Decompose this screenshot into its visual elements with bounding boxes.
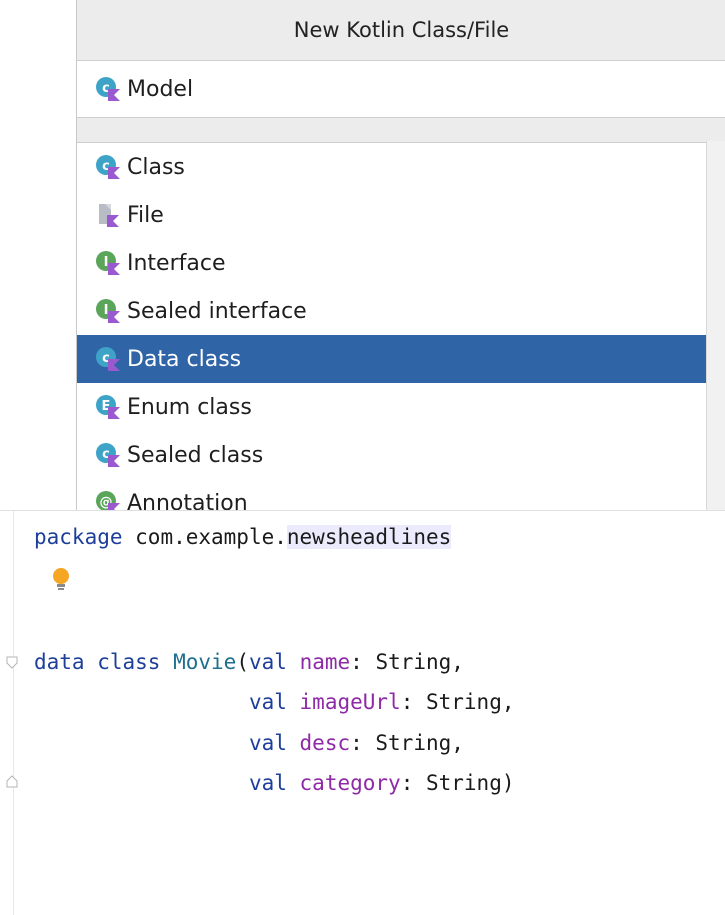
list-item-sealed-class[interactable]: c Sealed class bbox=[77, 431, 725, 479]
name-input[interactable]: c Model bbox=[77, 61, 725, 118]
kotlin-interface-icon: I bbox=[96, 251, 120, 275]
list-item-class[interactable]: c Class bbox=[77, 143, 725, 191]
keyword-data: data bbox=[34, 650, 85, 674]
list-item-label: Interface bbox=[127, 250, 226, 276]
list-item-data-class[interactable]: c Data class bbox=[77, 335, 725, 383]
code-line-4: val desc: String, bbox=[34, 731, 464, 755]
list-scrollbar[interactable] bbox=[706, 141, 725, 512]
kotlin-interface-icon: I bbox=[96, 299, 120, 323]
kind-list: c Class File I Interface I Sealed interf… bbox=[77, 143, 725, 527]
list-item-label: Sealed interface bbox=[127, 298, 307, 324]
list-item-sealed-interface[interactable]: I Sealed interface bbox=[77, 287, 725, 335]
list-item-label: Sealed class bbox=[127, 442, 264, 468]
param-name: category bbox=[299, 771, 401, 795]
lightbulb-icon[interactable] bbox=[50, 566, 72, 594]
class-name: Movie bbox=[173, 650, 237, 674]
list-item-file[interactable]: File bbox=[77, 191, 725, 239]
keyword-val: val bbox=[248, 731, 287, 755]
package-name-highlight: newsheadlines bbox=[286, 525, 452, 549]
new-kotlin-class-dialog: New Kotlin Class/File c Model c Class Fi… bbox=[76, 0, 725, 516]
kotlin-class-icon: c bbox=[96, 155, 120, 179]
fold-end-icon[interactable] bbox=[6, 775, 18, 789]
param-type: : String) bbox=[400, 771, 515, 795]
name-input-value: Model bbox=[127, 76, 194, 102]
kotlin-class-icon: c bbox=[96, 347, 120, 371]
gutter-divider bbox=[13, 511, 14, 915]
code-line-3: val imageUrl: String, bbox=[34, 690, 515, 714]
kotlin-class-icon: c bbox=[96, 443, 120, 467]
list-item-enum-class[interactable]: E Enum class bbox=[77, 383, 725, 431]
code-line-5: val category: String) bbox=[34, 771, 515, 795]
code-line-2: data class Movie(val name: String, bbox=[34, 650, 464, 674]
keyword-val: val bbox=[248, 650, 287, 674]
list-item-label: Data class bbox=[127, 346, 242, 372]
param-type: : String, bbox=[400, 690, 515, 714]
param-type: : String, bbox=[350, 731, 464, 755]
keyword-val: val bbox=[248, 690, 287, 714]
separator bbox=[77, 118, 725, 143]
kotlin-class-icon: c bbox=[96, 77, 120, 101]
keyword-val: val bbox=[248, 771, 287, 795]
keyword-package: package bbox=[34, 525, 123, 549]
list-item-interface[interactable]: I Interface bbox=[77, 239, 725, 287]
code-line-1: package com.example.newsheadlines bbox=[34, 525, 452, 549]
dialog-title: New Kotlin Class/File bbox=[77, 0, 725, 61]
param-name: desc bbox=[299, 731, 351, 755]
kotlin-file-icon bbox=[99, 204, 119, 227]
list-item-label: Enum class bbox=[127, 394, 252, 420]
kotlin-enum-icon: E bbox=[96, 395, 120, 419]
svg-text:I: I bbox=[104, 303, 109, 318]
svg-text:I: I bbox=[104, 255, 109, 270]
list-item-label: Class bbox=[127, 154, 185, 180]
param-name: imageUrl bbox=[299, 690, 401, 714]
fold-arrow-icon[interactable] bbox=[6, 655, 18, 669]
param-type: : String, bbox=[350, 650, 464, 674]
list-item-label: File bbox=[127, 202, 164, 228]
keyword-class: class bbox=[97, 650, 161, 674]
open-paren: ( bbox=[236, 650, 249, 674]
package-path: com.example. bbox=[122, 525, 287, 549]
param-name: name bbox=[299, 650, 351, 674]
